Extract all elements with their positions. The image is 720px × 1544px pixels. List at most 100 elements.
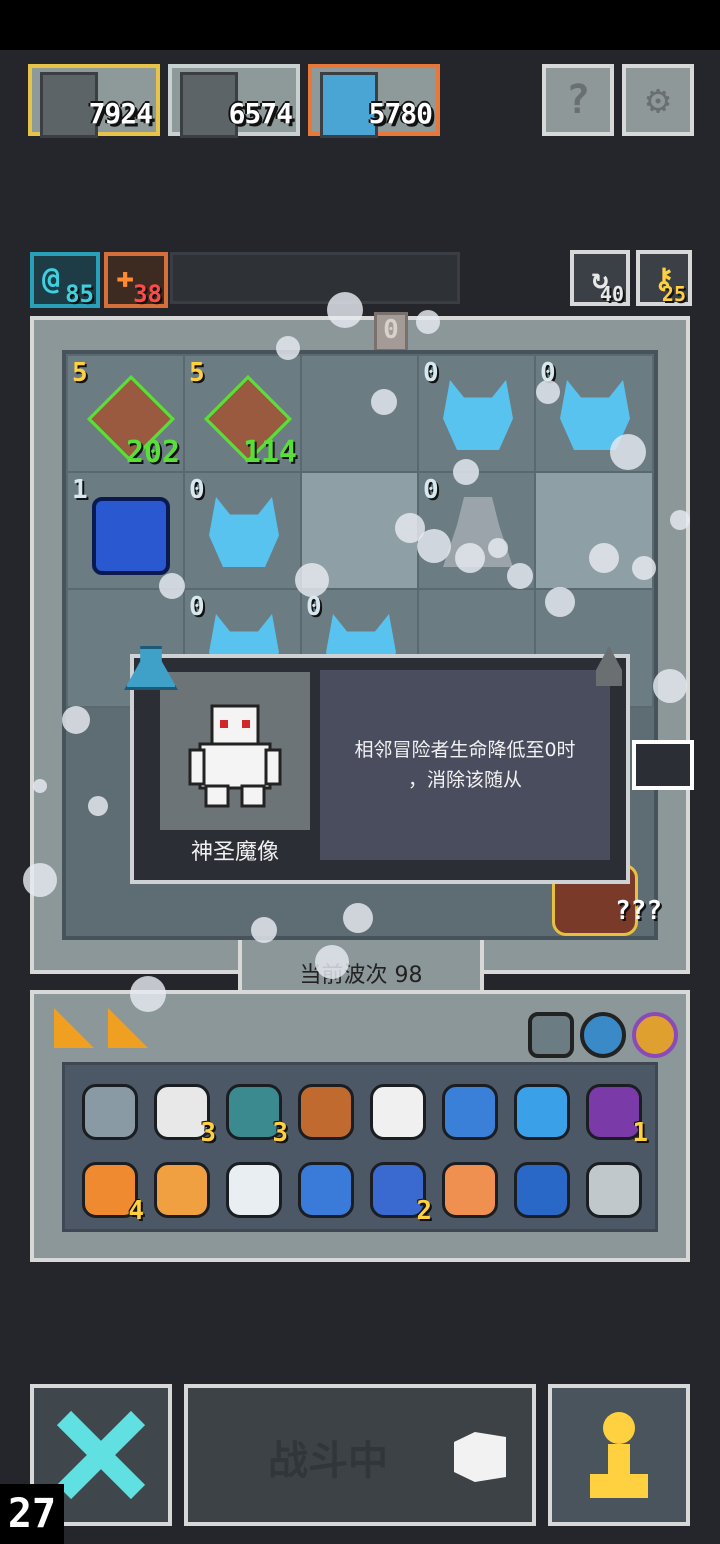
snowflake [295, 563, 329, 597]
board-cell-sword-cross[interactable]: 5 202 [66, 354, 186, 474]
help-button[interactable]: ? [542, 64, 614, 136]
board-cell-ice-demon[interactable]: 0 [417, 354, 537, 474]
board-cell-empty[interactable] [300, 354, 420, 474]
snowflake [453, 459, 479, 485]
ice-demon-icon [443, 380, 513, 450]
snowflake [670, 510, 690, 530]
inventory-item[interactable] [508, 1078, 570, 1140]
inventory-item[interactable] [220, 1156, 282, 1218]
dagger-icon [298, 1084, 354, 1140]
pawn-icon [590, 1412, 648, 1498]
hammer-icon [82, 1084, 138, 1140]
inventory-item[interactable]: 3 [220, 1078, 288, 1148]
hero-card-2[interactable]: 6574 [168, 64, 300, 138]
water-drop-book-icon [514, 1162, 570, 1218]
holy-golem-icon [188, 704, 282, 808]
gear-icon: ⚙ [645, 77, 671, 123]
board-cell-sword-cross[interactable]: 5 114 [183, 354, 303, 474]
snowflake [455, 543, 485, 573]
heal-resource[interactable]: ✚ 38 [104, 252, 168, 308]
fist-icon [454, 1432, 506, 1482]
key-count: 25 [661, 282, 686, 306]
hero-score: 6574 [228, 97, 293, 130]
key-button[interactable]: ⚷ 25 [636, 250, 692, 306]
spiral-resource[interactable]: @ 85 [30, 252, 100, 308]
egg-icon [226, 1162, 282, 1218]
inventory-item[interactable] [76, 1078, 138, 1140]
item-count: 2 [416, 1196, 432, 1226]
inventory-item[interactable] [436, 1156, 498, 1218]
ankh-icon [154, 1162, 210, 1218]
snowflake [589, 543, 619, 573]
inventory-item[interactable] [580, 1156, 642, 1218]
spiral-count: 85 [65, 280, 94, 308]
snowflake [88, 796, 108, 816]
snowflake [130, 976, 166, 1012]
blue-lightning-icon [514, 1084, 570, 1140]
inventory-item[interactable] [148, 1156, 210, 1218]
board-top-counter: 0 [374, 312, 408, 352]
item-count: 4 [128, 1196, 144, 1226]
sickle-icon [370, 1084, 426, 1140]
inventory-item[interactable] [292, 1156, 354, 1218]
progress-bar [170, 252, 460, 304]
inventory-item[interactable] [292, 1078, 354, 1140]
recycle-count: 40 [599, 282, 624, 306]
snowflake [536, 380, 560, 404]
snowflake [343, 903, 373, 933]
snowflake [33, 779, 47, 793]
blue-ring-filter-icon[interactable] [580, 1012, 626, 1058]
cell-value: 202 [125, 435, 180, 470]
hero-score: 7924 [88, 97, 153, 130]
snowflake [62, 706, 90, 734]
snowflake [610, 434, 646, 470]
fight-label: 战斗中 [268, 1438, 388, 1484]
cell-level: 5 [189, 358, 205, 388]
fight-button[interactable]: 战斗中 [184, 1384, 536, 1526]
gold-ring-filter-icon[interactable] [632, 1012, 678, 1058]
inventory-item[interactable] [364, 1078, 426, 1140]
cell-level: 0 [189, 592, 205, 622]
snowflake [507, 563, 533, 589]
item-count: 1 [632, 1118, 648, 1148]
card-tab-icon[interactable] [108, 1008, 148, 1048]
item-count: 3 [200, 1118, 216, 1148]
inventory-item[interactable]: 4 [76, 1156, 144, 1226]
inventory-item[interactable] [436, 1078, 498, 1140]
hero-button[interactable] [548, 1384, 690, 1526]
snowflake [417, 529, 451, 563]
mystery-hero-value: ??? [615, 896, 662, 926]
snowflake [416, 310, 440, 334]
plus-icon: ✚ [116, 260, 135, 295]
cell-value: 114 [242, 435, 297, 470]
card-tab-icon[interactable] [54, 1008, 94, 1048]
snowflake [371, 389, 397, 415]
snowflake [276, 336, 300, 360]
snowflake [545, 587, 575, 617]
snowflake [315, 945, 349, 979]
armor-filter-icon[interactable] [528, 1012, 574, 1058]
inventory-item[interactable]: 2 [364, 1156, 432, 1226]
blue-boot-icon [298, 1162, 354, 1218]
tooltip-icon[interactable] [632, 740, 694, 790]
filter-buttons [520, 1008, 680, 1058]
inventory-item[interactable] [508, 1156, 570, 1218]
snowflake [653, 669, 687, 703]
inventory-item[interactable]: 3 [148, 1078, 216, 1148]
snowflake [632, 556, 656, 580]
unit-info-popup: 神圣魔像 相邻冒险者生命降低至0时 ，消除该随从 [130, 654, 630, 884]
item-count: 3 [272, 1118, 288, 1148]
ice-demon-icon [209, 497, 279, 567]
recycle-button[interactable]: ↻ 40 [570, 250, 630, 306]
settings-button[interactable]: ⚙ [622, 64, 694, 136]
inventory-item[interactable]: 1 [580, 1078, 648, 1148]
board-cell-ice-demon[interactable]: 0 [183, 471, 303, 591]
status-bar [0, 0, 720, 50]
hero-card-1[interactable]: 7924 [28, 64, 160, 138]
hook-icon [442, 1162, 498, 1218]
card-tabs [34, 994, 210, 1056]
cell-level: 5 [72, 358, 88, 388]
hero-card-3[interactable]: 5780 [308, 64, 440, 138]
snowflake [327, 292, 363, 328]
unit-name: 神圣魔像 [190, 840, 279, 865]
